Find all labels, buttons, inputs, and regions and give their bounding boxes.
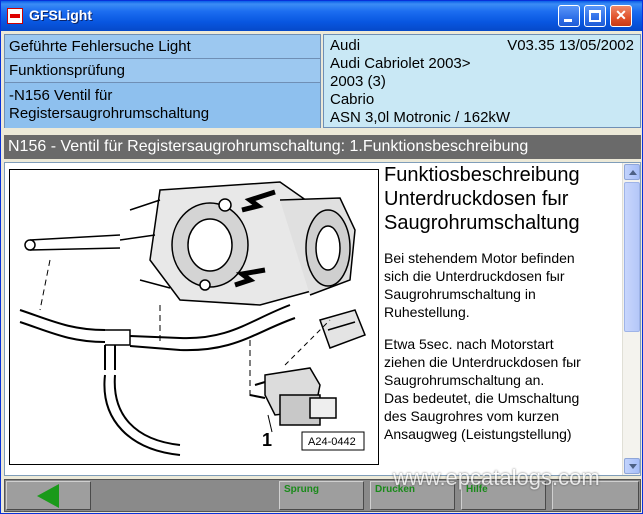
help-button[interactable]: Hilfe [461,481,546,510]
software-version: V03.35 13/05/2002 [507,37,634,54]
vehicle-body: Cabrio [330,91,375,108]
scroll-down-icon[interactable] [624,458,640,474]
nav-item-n156-valve[interactable]: -N156 Ventil für Registersaugrohrumschal… [5,83,320,128]
figure-code: A24-0442 [308,436,356,448]
description-paragraph-2: Etwa 5sec. nach Motorstart ziehen die Un… [384,336,581,442]
minimize-button[interactable] [558,5,580,27]
section-title: N156 - Ventil für Registersaugrohrumscha… [4,135,641,159]
diagram-part-label: 1 [262,430,272,450]
maximize-icon [589,10,601,22]
component-diagram: 1 A24-0442 [9,169,379,465]
bottom-toolbar: Sprung Drucken Hilfe [4,479,641,512]
window-title: GFSLight [29,7,92,23]
scrollbar-thumb[interactable] [624,182,640,332]
intake-manifold-drawing: 1 A24-0442 [19,181,366,456]
jump-button[interactable]: Sprung [279,481,364,510]
description-text: Funktiosbeschreibung Unterdruckdosen fыr… [384,163,622,475]
print-button[interactable]: Drucken [370,481,455,510]
nav-item-guided-troubleshooting[interactable]: Geführte Fehlersuche Light [5,35,320,59]
minimize-icon [564,19,572,22]
close-icon: ✕ [615,7,627,23]
vertical-scrollbar[interactable] [622,163,640,475]
content-area: 1 A24-0442 Funktiosbeschreibung Unterdru… [4,162,641,476]
title-bar[interactable]: GFSLight ✕ [1,1,642,31]
maximize-button[interactable] [584,5,606,27]
description-heading: Funktiosbeschreibung Unterdruckdosen fыr… [384,164,580,234]
close-button[interactable]: ✕ [610,5,632,27]
back-arrow-icon [37,484,59,508]
app-window: GFSLight ✕ Geführte Fehlersuche Light Fu… [0,0,643,514]
scroll-up-icon[interactable] [624,164,640,180]
toolbar-slot-button[interactable] [552,481,639,510]
navigation-panel: Geführte Fehlersuche Light Funktionsprüf… [4,34,321,128]
nav-item-function-test[interactable]: Funktionsprüfung [5,59,320,83]
back-button[interactable] [6,481,91,510]
app-icon [7,8,23,24]
description-paragraph-1: Bei stehendem Motor befinden sich die Un… [384,250,575,320]
vehicle-model: Audi Cabriolet 2003> [330,55,471,72]
nav-item-label-line1: -N156 Ventil für [9,87,113,104]
vehicle-info-panel: Audi V03.35 13/05/2002 Audi Cabriolet 20… [323,34,641,128]
vehicle-year: 2003 (3) [330,73,386,90]
vehicle-engine: ASN 3,0l Motronic / 162kW [330,109,511,126]
nav-item-label-line2: Registersaugrohrumschaltung [9,105,210,122]
